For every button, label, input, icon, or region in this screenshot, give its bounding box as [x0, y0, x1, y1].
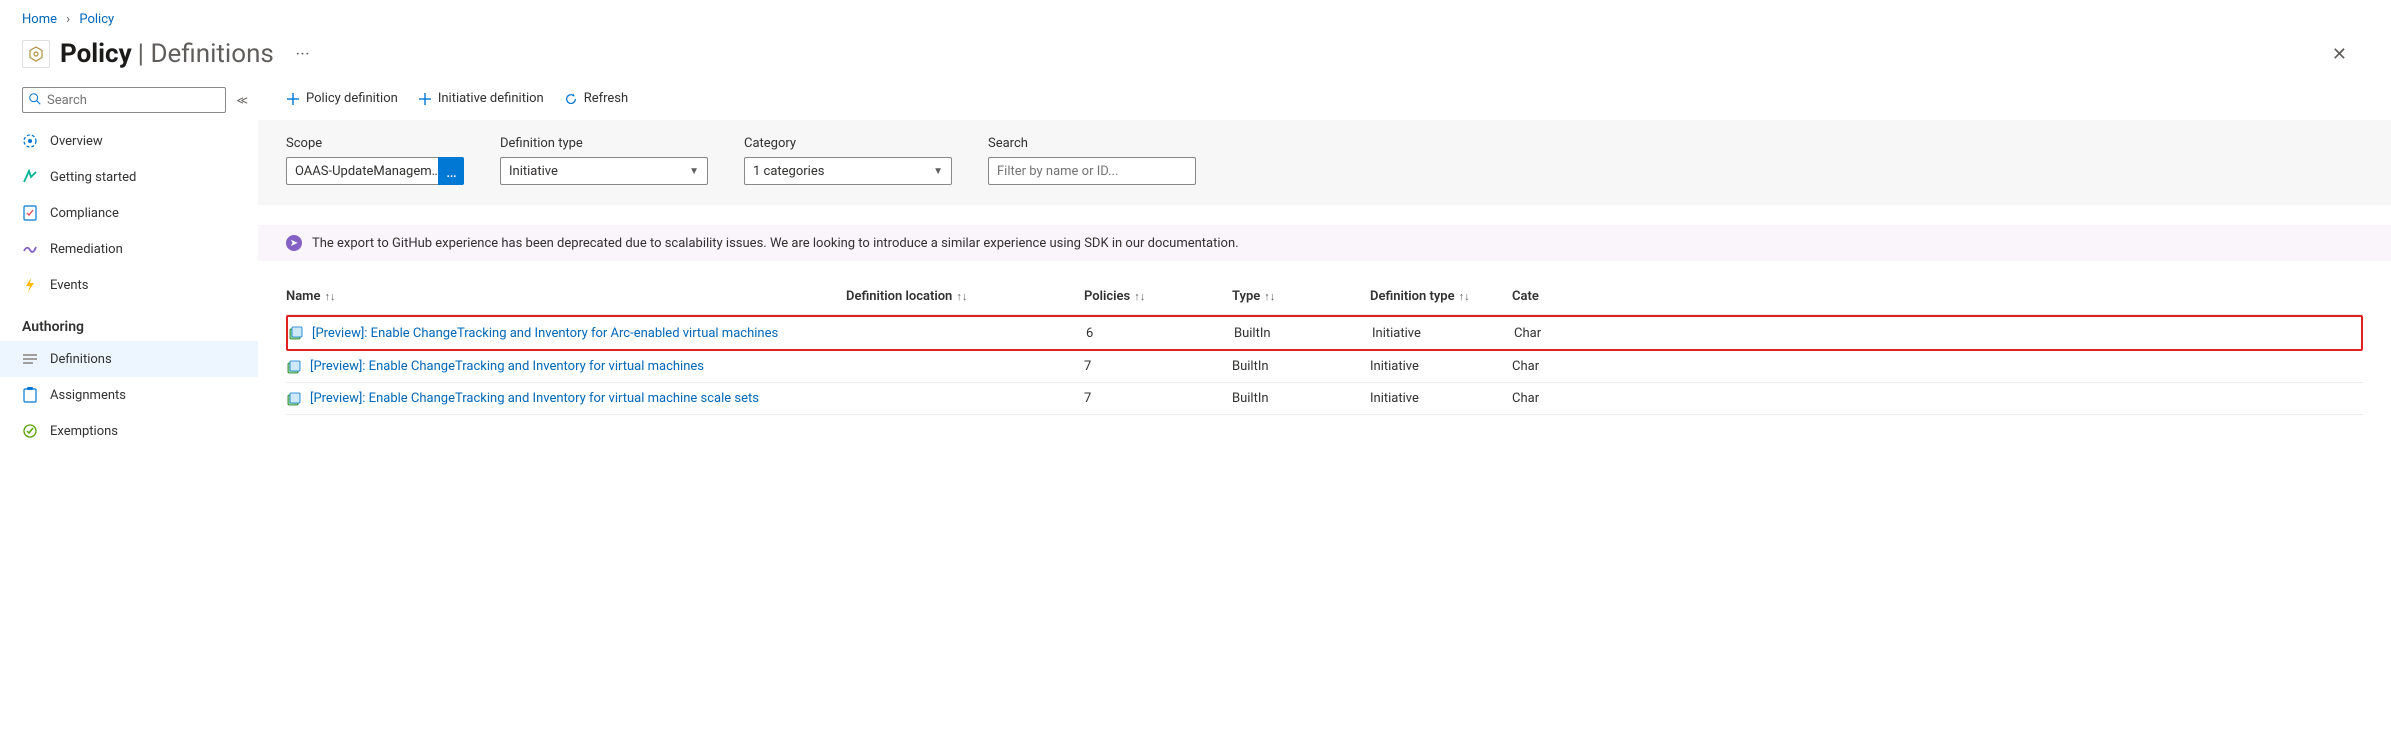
sidebar-item-label: Events [50, 278, 88, 293]
sidebar-section-authoring: Authoring [0, 303, 258, 341]
notice-text: The export to GitHub experience has been… [312, 236, 1239, 251]
cell-name[interactable]: [Preview]: Enable ChangeTracking and Inv… [286, 391, 846, 407]
col-header-name[interactable]: Name ↑↓ [286, 289, 846, 304]
scope-picker-button[interactable]: … [438, 157, 464, 185]
sidebar-item-exemptions[interactable]: Exemptions [0, 413, 258, 449]
cell-deftype: Initiative [1372, 326, 1514, 341]
definition-type-label: Definition type [500, 136, 708, 151]
cell-policies: 7 [1084, 359, 1232, 374]
sidebar-search[interactable] [22, 87, 226, 113]
cell-name[interactable]: [Preview]: Enable ChangeTracking and Inv… [286, 359, 846, 375]
cell-policies: 7 [1084, 391, 1232, 406]
plus-icon [418, 92, 432, 106]
sidebar-item-compliance[interactable]: Compliance [0, 195, 258, 231]
add-initiative-definition-button[interactable]: Initiative definition [418, 91, 544, 106]
sidebar-item-overview[interactable]: Overview [0, 123, 258, 159]
col-header-deftype[interactable]: Definition type ↑↓ [1370, 289, 1512, 304]
policy-icon [22, 40, 50, 68]
more-button[interactable]: ··· [296, 47, 310, 62]
sidebar: ≪ Overview Getting started Compliance Re… [0, 81, 258, 469]
sidebar-item-label: Overview [50, 134, 103, 149]
initiative-icon [288, 325, 304, 341]
cell-category: Char [1512, 391, 2363, 406]
col-header-category[interactable]: Cate [1512, 289, 2363, 304]
initiative-icon [286, 359, 302, 375]
refresh-button[interactable]: Refresh [564, 91, 628, 106]
sidebar-item-remediation[interactable]: Remediation [0, 231, 258, 267]
category-label: Category [744, 136, 952, 151]
search-icon [28, 92, 42, 110]
chevron-down-icon: ▼ [933, 166, 943, 177]
col-header-policies[interactable]: Policies ↑↓ [1084, 289, 1232, 304]
cell-policies: 6 [1086, 326, 1234, 341]
sidebar-item-label: Remediation [50, 242, 123, 257]
compliance-icon [22, 205, 38, 221]
scope-label: Scope [286, 136, 464, 151]
definition-type-dropdown[interactable]: Initiative ▼ [500, 157, 708, 185]
search-filter-input[interactable] [988, 157, 1196, 185]
events-icon [22, 277, 38, 293]
scope-input[interactable]: OAAS-UpdateManagem… [286, 157, 438, 185]
cell-type: BuiltIn [1234, 326, 1372, 341]
plus-icon [286, 92, 300, 106]
collapse-sidebar-button[interactable]: ≪ [236, 94, 248, 107]
search-filter-label: Search [988, 136, 1196, 151]
overview-icon [22, 133, 38, 149]
breadcrumb-home[interactable]: Home [22, 12, 57, 27]
cell-deftype: Initiative [1370, 391, 1512, 406]
sidebar-item-label: Compliance [50, 206, 119, 221]
getting-started-icon [22, 169, 38, 185]
chevron-down-icon: ▼ [689, 166, 699, 177]
breadcrumb-sep: › [66, 12, 70, 27]
sidebar-item-definitions[interactable]: Definitions [0, 341, 258, 377]
cell-deftype: Initiative [1370, 359, 1512, 374]
sort-icon: ↑↓ [1459, 290, 1470, 303]
filter-bar: Scope OAAS-UpdateManagem… … Definition t… [258, 120, 2391, 205]
sidebar-item-label: Assignments [50, 388, 126, 403]
initiative-icon [286, 391, 302, 407]
assignments-icon [22, 387, 38, 403]
sidebar-item-label: Definitions [50, 352, 112, 367]
remediation-icon [22, 241, 38, 257]
sort-icon: ↑↓ [1134, 290, 1145, 303]
add-policy-definition-button[interactable]: Policy definition [286, 91, 398, 106]
main-content: Policy definition Initiative definition … [258, 81, 2391, 469]
table-row[interactable]: [Preview]: Enable ChangeTracking and Inv… [286, 351, 2363, 383]
sort-icon: ↑↓ [1264, 290, 1275, 303]
sidebar-item-label: Getting started [50, 170, 136, 185]
sidebar-item-events[interactable]: Events [0, 267, 258, 303]
table-header-row: Name ↑↓ Definition location ↑↓ Policies … [286, 289, 2363, 315]
sidebar-item-getting-started[interactable]: Getting started [0, 159, 258, 195]
page-header: Policy | Definitions ··· ✕ [0, 35, 2391, 81]
sidebar-item-assignments[interactable]: Assignments [0, 377, 258, 413]
page-title: Policy [60, 39, 132, 69]
cell-name[interactable]: [Preview]: Enable ChangeTracking and Inv… [288, 325, 848, 341]
table-row[interactable]: [Preview]: Enable ChangeTracking and Inv… [286, 315, 2363, 351]
col-header-type[interactable]: Type ↑↓ [1232, 289, 1370, 304]
deprecation-notice: ➤ The export to GitHub experience has be… [258, 225, 2391, 261]
definitions-table: Name ↑↓ Definition location ↑↓ Policies … [258, 261, 2391, 415]
cell-category: Char [1514, 326, 2361, 341]
table-row[interactable]: [Preview]: Enable ChangeTracking and Inv… [286, 383, 2363, 415]
cell-type: BuiltIn [1232, 391, 1370, 406]
sidebar-search-input[interactable] [22, 87, 226, 113]
page-subtitle: | Definitions [138, 39, 274, 69]
toolbar: Policy definition Initiative definition … [258, 81, 2391, 120]
info-icon: ➤ [286, 235, 302, 251]
col-header-location[interactable]: Definition location ↑↓ [846, 289, 1084, 304]
close-button[interactable]: ✕ [2332, 44, 2347, 65]
sort-icon: ↑↓ [324, 290, 335, 303]
exemptions-icon [22, 423, 38, 439]
category-dropdown[interactable]: 1 categories ▼ [744, 157, 952, 185]
breadcrumb: Home › Policy [0, 0, 2391, 35]
refresh-icon [564, 92, 578, 106]
cell-category: Char [1512, 359, 2363, 374]
breadcrumb-current[interactable]: Policy [79, 12, 114, 27]
cell-type: BuiltIn [1232, 359, 1370, 374]
definitions-icon [22, 351, 38, 367]
sidebar-item-label: Exemptions [50, 424, 118, 439]
sort-icon: ↑↓ [956, 290, 967, 303]
